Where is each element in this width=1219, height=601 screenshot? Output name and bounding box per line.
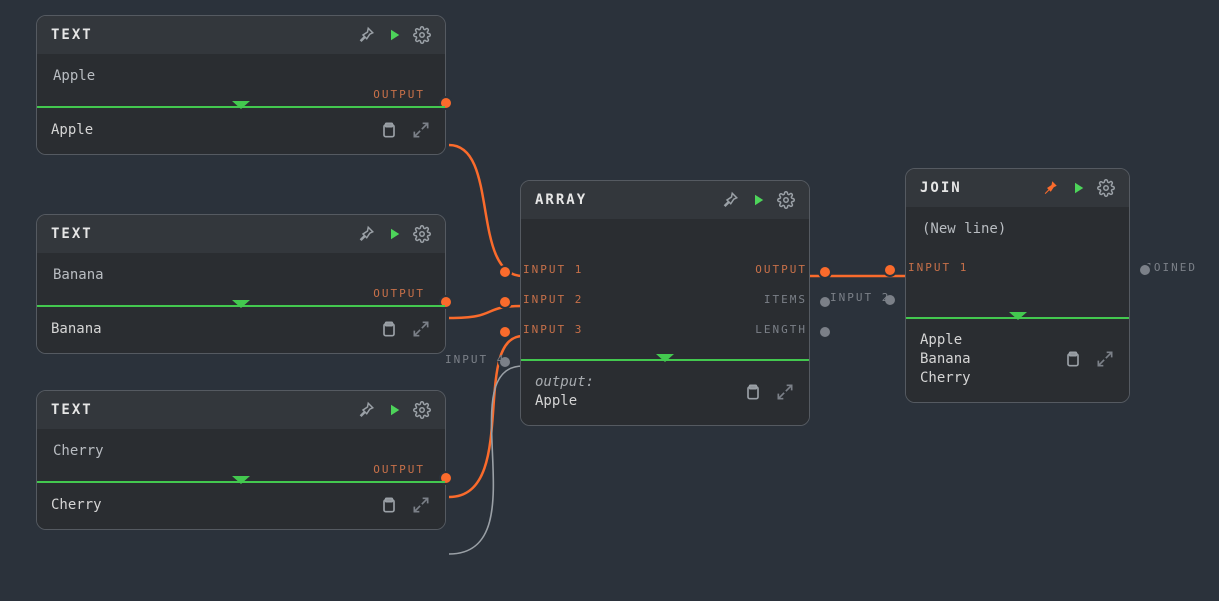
output-port[interactable]: [818, 265, 832, 279]
output-value: output:Apple: [535, 373, 594, 411]
run-icon[interactable]: [1069, 179, 1087, 197]
node-text-2[interactable]: TEXT Banana OUTPUT Banana: [36, 214, 446, 354]
result-divider: [37, 305, 445, 307]
clipboard-icon[interactable]: [379, 495, 399, 515]
input-port-1[interactable]: [498, 265, 512, 279]
node-header[interactable]: TEXT: [37, 391, 445, 429]
node-array[interactable]: ARRAY INPUT 1 INPUT 2 INPUT 3 INPUT 4 OU…: [520, 180, 810, 426]
join-separator-value[interactable]: (New line): [922, 221, 1006, 237]
input-port-4-label: INPUT 4: [445, 353, 505, 366]
node-header[interactable]: JOIN: [906, 169, 1129, 207]
run-icon[interactable]: [385, 401, 403, 419]
result-divider: [521, 359, 809, 361]
result-divider: [37, 481, 445, 483]
node-header[interactable]: TEXT: [37, 215, 445, 253]
length-port-label: LENGTH: [755, 323, 807, 336]
output-value: Banana: [51, 320, 102, 339]
input-port-3[interactable]: [498, 325, 512, 339]
result-divider: [906, 317, 1129, 319]
run-icon[interactable]: [385, 26, 403, 44]
pin-icon[interactable]: [721, 191, 739, 209]
expand-icon[interactable]: [775, 382, 795, 402]
input-port-1[interactable]: [883, 263, 897, 277]
input-port-2-label: INPUT 2: [523, 293, 583, 306]
gear-icon[interactable]: [413, 401, 431, 419]
clipboard-icon[interactable]: [379, 319, 399, 339]
gear-icon[interactable]: [413, 26, 431, 44]
gear-icon[interactable]: [1097, 179, 1115, 197]
gear-icon[interactable]: [413, 225, 431, 243]
clipboard-icon[interactable]: [743, 382, 763, 402]
joined-port[interactable]: [1138, 263, 1152, 277]
node-text-1[interactable]: TEXT Apple OUTPUT Apple: [36, 15, 446, 155]
input-port-1-label: INPUT 1: [523, 263, 583, 276]
node-join[interactable]: JOIN (New line) INPUT 1 INPUT 2 JOINED A…: [905, 168, 1130, 403]
input-port-3-label: INPUT 3: [523, 323, 583, 336]
items-port-label: ITEMS: [764, 293, 807, 306]
expand-icon[interactable]: [1095, 349, 1115, 369]
output-value: Apple: [51, 121, 93, 140]
node-header[interactable]: ARRAY: [521, 181, 809, 219]
joined-port-label: JOINED: [1145, 261, 1197, 274]
node-header[interactable]: TEXT: [37, 16, 445, 54]
output-port-label: OUTPUT: [373, 88, 425, 101]
gear-icon[interactable]: [777, 191, 795, 209]
output-value: Apple Banana Cherry: [920, 331, 971, 388]
pin-icon[interactable]: [357, 26, 375, 44]
node-title: JOIN: [920, 180, 962, 196]
node-title: TEXT: [51, 402, 93, 418]
node-text-3[interactable]: TEXT Cherry OUTPUT Cherry: [36, 390, 446, 530]
pin-icon[interactable]: [1041, 179, 1059, 197]
expand-icon[interactable]: [411, 319, 431, 339]
node-title: TEXT: [51, 27, 93, 43]
input-port-2[interactable]: [498, 295, 512, 309]
length-port[interactable]: [818, 325, 832, 339]
output-port-label: OUTPUT: [755, 263, 807, 276]
node-title: ARRAY: [535, 192, 587, 208]
input-port-1-label: INPUT 1: [908, 261, 968, 274]
expand-icon[interactable]: [411, 495, 431, 515]
run-icon[interactable]: [385, 225, 403, 243]
output-port-label: OUTPUT: [373, 463, 425, 476]
node-title: TEXT: [51, 226, 93, 242]
pin-icon[interactable]: [357, 225, 375, 243]
input-port-2-label: INPUT 2: [830, 291, 890, 304]
output-value: Cherry: [51, 496, 102, 515]
output-port-label: OUTPUT: [373, 287, 425, 300]
clipboard-icon[interactable]: [1063, 349, 1083, 369]
expand-icon[interactable]: [411, 120, 431, 140]
result-divider: [37, 106, 445, 108]
clipboard-icon[interactable]: [379, 120, 399, 140]
pin-icon[interactable]: [357, 401, 375, 419]
run-icon[interactable]: [749, 191, 767, 209]
